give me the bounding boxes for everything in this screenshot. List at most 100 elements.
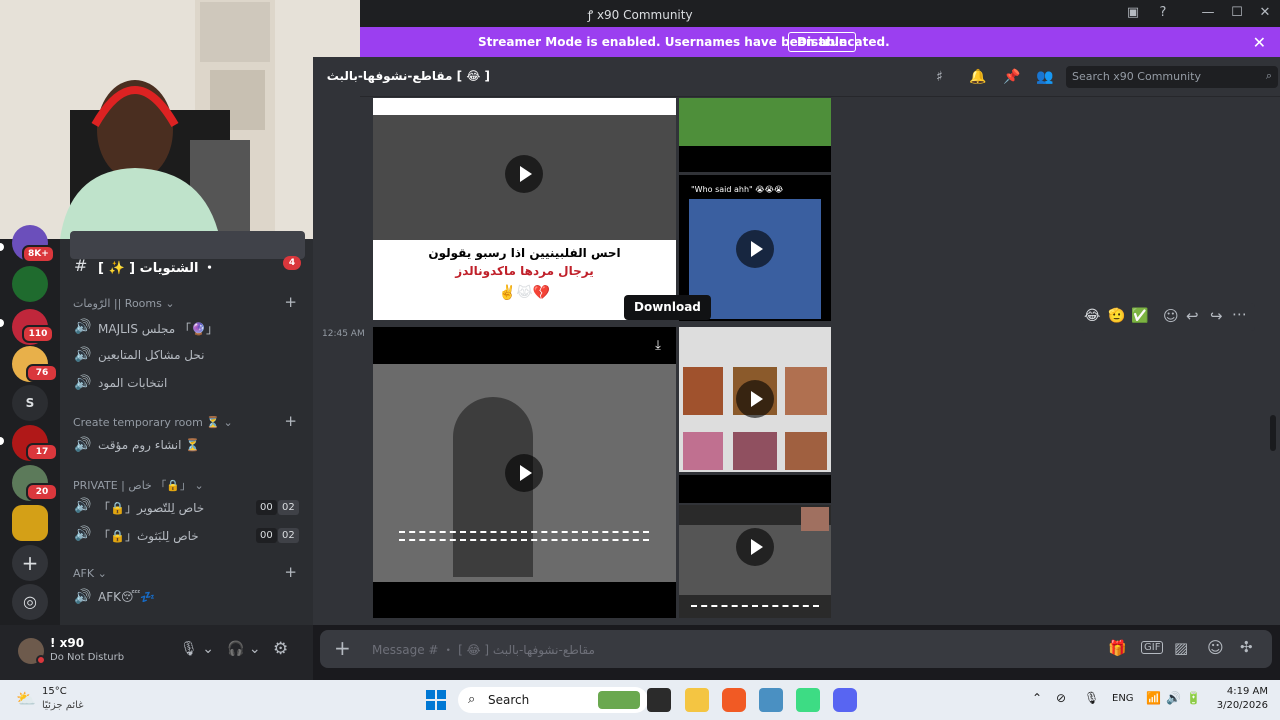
chevron-up-icon[interactable]: ⌃ <box>1032 691 1042 705</box>
wifi-icon[interactable]: 📶 <box>1146 691 1161 705</box>
disable-button[interactable]: Disable <box>788 32 857 52</box>
windows-start-icon[interactable] <box>426 690 446 710</box>
server-icon[interactable]: S <box>12 385 48 421</box>
close-icon[interactable]: ✕ <box>1253 33 1266 52</box>
photos-icon[interactable] <box>759 688 783 712</box>
speaker-icon: 🔊 <box>74 589 92 605</box>
reaction-check[interactable]: ✅ <box>1131 308 1148 324</box>
server-badge: 20 <box>26 483 58 501</box>
category-afk[interactable]: AFK ⌄ <box>73 567 107 580</box>
dnd-status-icon <box>36 655 46 665</box>
close-button[interactable]: ✕ <box>1254 3 1276 23</box>
maximize-button[interactable]: ☐ <box>1226 3 1248 23</box>
play-icon[interactable] <box>736 230 774 268</box>
add-reaction-icon[interactable]: ☺ <box>1163 307 1179 325</box>
category-private[interactable]: PRIVATE | خاص 「🔒」 ⌄ <box>73 477 204 493</box>
pin-icon[interactable]: 📌 <box>1003 69 1020 85</box>
search-input[interactable]: Search x90 Community ⌕ <box>1066 66 1278 88</box>
voice-channel-item[interactable]: 🔊 「🔒」خاص لِلتّصوير 00 02 <box>70 493 305 521</box>
volume-icon[interactable]: 🔊 <box>1166 691 1181 705</box>
channel-item[interactable]: # [ ✨ ] الشتويات ・ 4 <box>70 251 305 279</box>
weather-icon[interactable]: ⛅ <box>16 689 36 708</box>
video-attachment[interactable] <box>679 505 831 618</box>
forward-icon[interactable]: ↪ <box>1210 307 1223 325</box>
unread-pill <box>0 243 4 251</box>
voice-channel-item[interactable]: 🔊 「🔒」خاص لِلبَثوث 00 02 <box>70 521 305 549</box>
bell-icon[interactable]: 🔔 <box>969 69 986 85</box>
category-temporary[interactable]: Create temporary room ⏳ ⌄ <box>73 416 233 429</box>
clock-date[interactable]: 3/20/2026 <box>1208 700 1268 711</box>
video-caption: "Who said ahh" 😭😭😭 <box>691 185 784 194</box>
video-attachment[interactable] <box>679 475 831 503</box>
voice-channel-item[interactable]: 🔊 MAJLIS مجلس 「🔮」 <box>70 314 305 342</box>
user-limit: 02 <box>278 500 299 515</box>
voice-channel-item[interactable]: 🔊 انشاء روم مؤقت ⏳ <box>70 432 305 460</box>
members-icon[interactable]: 👥 <box>1036 69 1053 85</box>
video-attachment[interactable]: احس الفلبينيين اذا رسبو يقولون يرجال مرد… <box>373 98 676 320</box>
apps-icon[interactable]: ✣ <box>1240 638 1253 656</box>
unread-pill <box>0 437 4 445</box>
speaker-icon: 🔊 <box>74 319 92 335</box>
emoji-icon[interactable]: ☺ <box>1207 638 1224 657</box>
play-icon[interactable] <box>505 155 543 193</box>
video-caption: احس الفلبينيين اذا رسبو يقولون <box>428 246 621 260</box>
reaction-laugh[interactable]: 😂 <box>1084 308 1100 324</box>
gif-icon[interactable]: GIF <box>1141 641 1164 654</box>
threads-icon[interactable]: ♯ <box>936 69 943 85</box>
language-indicator[interactable]: ENG <box>1112 693 1134 704</box>
gift-icon[interactable]: 🎁 <box>1108 639 1127 657</box>
microphone-icon[interactable]: 🎙 <box>1084 691 1099 705</box>
voice-channel-item[interactable]: 🔊 AFK😴💤 <box>70 584 305 612</box>
scrollbar-thumb[interactable] <box>1270 415 1276 451</box>
server-badge: 17 <box>26 443 58 461</box>
headphones-icon[interactable]: 🎧 ⌄ <box>227 641 261 657</box>
attach-icon[interactable]: + <box>334 638 351 658</box>
video-attachment[interactable] <box>679 327 831 472</box>
channel-header: [ 😂 ] مقاطع-نشوفها-بالبث ♯ 🔔 📌 👥 Search … <box>327 57 1280 97</box>
search-icon: ⌕ <box>1265 69 1272 82</box>
server-icon[interactable] <box>12 266 48 302</box>
brave-icon[interactable] <box>722 688 746 712</box>
more-icon[interactable]: ⋯ <box>1232 305 1247 323</box>
clock-time[interactable]: 4:19 AM <box>1218 686 1268 697</box>
discover-icon[interactable]: ◎ <box>12 584 48 620</box>
microphone-icon[interactable]: 🎙 ⌄ <box>180 641 214 657</box>
video-caption: يرجال مردها ماكدونالدز <box>455 264 594 278</box>
message-composer: + Message # ・ [ 😂 ] مقاطع-نشوفها-بالبث 🎁… <box>320 630 1272 668</box>
terminal-icon[interactable] <box>647 688 671 712</box>
category-rooms[interactable]: الرّومات || Rooms ⌄ <box>73 297 175 310</box>
tray-icon[interactable]: ⊘ <box>1056 691 1066 705</box>
video-attachment[interactable]: ⤓ <box>373 327 676 618</box>
speaker-icon: 🔊 <box>74 347 92 363</box>
screen-share-icon[interactable]: ▣ <box>1122 3 1144 23</box>
folder-icon[interactable] <box>685 688 709 712</box>
add-server-icon[interactable]: + <box>12 545 48 581</box>
voice-channel-item[interactable]: 🔊 انتخابات المود <box>70 370 305 398</box>
server-icon[interactable] <box>12 505 48 541</box>
taskbar-search[interactable]: ⌕ Search <box>458 687 648 713</box>
user-count: 00 <box>256 528 277 543</box>
discord-icon[interactable] <box>833 688 857 712</box>
android-icon[interactable] <box>796 688 820 712</box>
help-icon[interactable]: ? <box>1152 3 1174 23</box>
battery-icon[interactable]: 🔋 <box>1186 691 1201 705</box>
voice-channel-item[interactable]: 🔊 نحل مشاكل المتابعين <box>70 342 305 370</box>
play-icon[interactable] <box>505 454 543 492</box>
add-channel-icon[interactable]: + <box>284 412 297 430</box>
reply-icon[interactable]: ↩ <box>1186 307 1199 325</box>
gear-icon[interactable]: ⚙ <box>273 639 288 659</box>
message-input[interactable]: Message # ・ [ 😂 ] مقاطع-نشوفها-بالبث <box>372 641 595 658</box>
play-icon[interactable] <box>736 380 774 418</box>
play-icon[interactable] <box>736 528 774 566</box>
reaction-salute[interactable]: 🫡 <box>1108 308 1125 324</box>
add-channel-icon[interactable]: + <box>284 563 297 581</box>
message-timestamp: 12:45 AM <box>322 329 365 339</box>
download-icon[interactable]: ⤓ <box>647 335 669 357</box>
sticker-icon[interactable]: ▨ <box>1174 639 1188 657</box>
server-badge: 8K+ <box>22 245 55 263</box>
minimize-button[interactable]: — <box>1197 3 1219 23</box>
username: ! x90 <box>50 636 85 650</box>
video-attachment[interactable] <box>679 98 831 172</box>
add-channel-icon[interactable]: + <box>284 293 297 311</box>
search-icon: ⌕ <box>468 692 476 707</box>
